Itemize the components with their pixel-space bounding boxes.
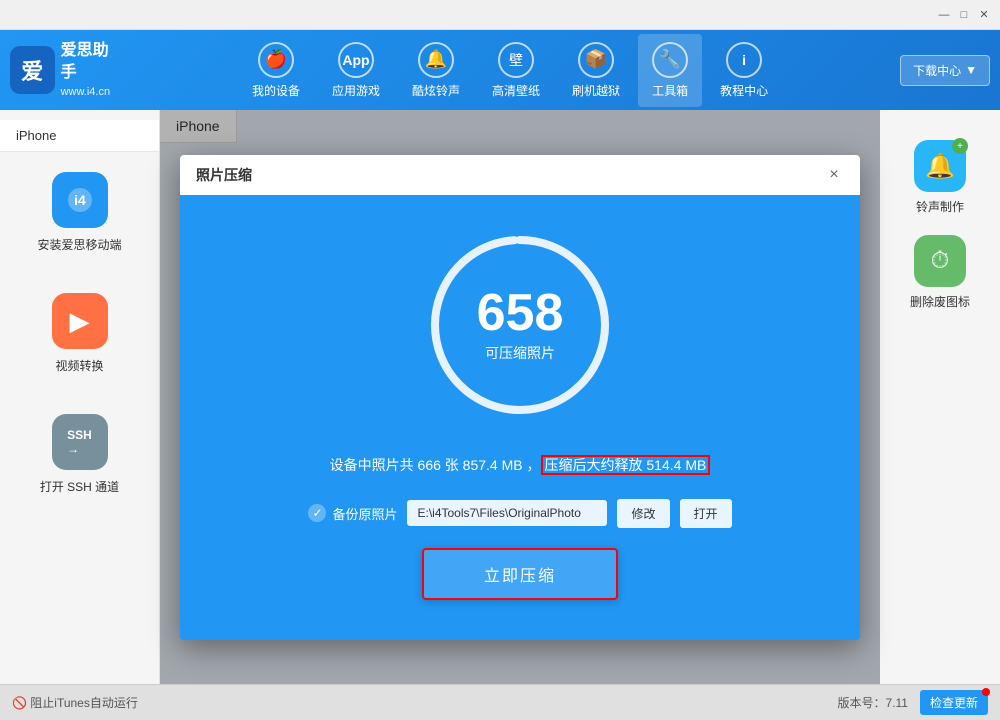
backup-form-row: ✓ 备份原照片 修改 打开 xyxy=(220,499,820,528)
nav-items: 🍎 我的设备 App 应用游戏 🔔 酷炫铃声 壁 高清壁纸 📦 刷机越狱 🔧 工… xyxy=(120,34,900,107)
nav-item-apps[interactable]: App 应用游戏 xyxy=(318,34,394,107)
modal-body: 658 可压缩照片 设备中照片共 666 张 857.4 MB ，压缩后大约释放… xyxy=(180,195,860,640)
backup-path-input[interactable] xyxy=(407,500,607,526)
nav-item-toolbox[interactable]: 🔧 工具箱 xyxy=(638,34,702,107)
svg-text:i4: i4 xyxy=(74,192,86,208)
circle-chart: 658 可压缩照片 xyxy=(420,225,620,425)
title-bar: — □ ✕ xyxy=(0,0,1000,30)
photo-compress-modal: 照片压缩 × xyxy=(180,155,860,640)
minimize-button[interactable]: — xyxy=(936,7,952,23)
nav-bar: 爱 爱思助手 www.i4.cn 🍎 我的设备 App 应用游戏 🔔 酷炫铃声 … xyxy=(0,30,1000,110)
nav-item-tutorials[interactable]: i 教程中心 xyxy=(706,34,782,107)
modal-close-button[interactable]: × xyxy=(824,165,844,185)
sidebar-item-ssh[interactable]: SSH→ 打开 SSH 通道 xyxy=(0,394,159,515)
ssh-label: 打开 SSH 通道 xyxy=(40,478,119,495)
modal-header: 照片压缩 × xyxy=(180,155,860,195)
nav-label-toolbox: 工具箱 xyxy=(652,82,688,99)
video-convert-label: 视频转换 xyxy=(55,357,103,374)
version-label: 版本号：7.11 xyxy=(838,694,908,711)
tutorials-icon: i xyxy=(726,42,762,78)
check-icon: ✓ xyxy=(308,504,326,522)
status-bar: 🚫 阻止iTunes自动运行 版本号：7.11 检查更新 xyxy=(0,684,1000,720)
check-update-button[interactable]: 检查更新 xyxy=(920,690,988,715)
jailbreak-icon: 📦 xyxy=(578,42,614,78)
status-right: 版本号：7.11 检查更新 xyxy=(838,690,988,715)
release-size-highlight: 压缩后大约释放 514.4 MB xyxy=(541,455,711,475)
nav-label-tutorials: 教程中心 xyxy=(720,82,768,99)
circle-container: 658 可压缩照片 xyxy=(220,225,820,425)
apps-icon: App xyxy=(338,42,374,78)
sidebar-item-install-app[interactable]: i4 安装爱思移动端 xyxy=(0,152,159,273)
modal-title: 照片压缩 xyxy=(196,165,252,185)
delete-junk-icon: ⏱ xyxy=(914,235,966,287)
nav-label-my-device: 我的设备 xyxy=(252,82,300,99)
circle-center: 658 可压缩照片 xyxy=(477,287,564,363)
update-notification-dot xyxy=(982,688,990,696)
close-button[interactable]: ✕ xyxy=(976,7,992,23)
install-app-label: 安装爱思移动端 xyxy=(37,236,121,253)
right-item-delete-junk[interactable]: ⏱ 删除废图标 xyxy=(910,235,970,310)
delete-junk-label: 删除废图标 xyxy=(910,293,970,310)
compress-btn-wrap: 立即压缩 xyxy=(220,548,820,610)
right-sidebar: 🔔 + 铃声制作 ⏱ 删除废图标 xyxy=(880,110,1000,684)
modify-button[interactable]: 修改 xyxy=(617,499,669,528)
install-app-icon: i4 xyxy=(52,172,108,228)
logo-icon: 爱 xyxy=(10,46,55,94)
right-item-ringtone[interactable]: 🔔 + 铃声制作 xyxy=(914,140,966,215)
sidebar-item-video-convert[interactable]: ▶ 视频转换 xyxy=(0,273,159,394)
logo: 爱 爱思助手 www.i4.cn xyxy=(10,40,120,100)
nav-label-apps: 应用游戏 xyxy=(332,82,380,99)
open-button[interactable]: 打开 xyxy=(680,499,732,528)
compressible-label: 可压缩照片 xyxy=(477,343,564,363)
logo-text: 爱思助手 www.i4.cn xyxy=(61,40,120,100)
maximize-button[interactable]: □ xyxy=(956,7,972,23)
content-area: iPhone i4 安装爱思移动端 ▶ 视频转换 SSH→ 打开 SSH 通道 … xyxy=(0,110,1000,684)
itunes-status: 🚫 阻止iTunes自动运行 xyxy=(12,694,138,711)
modal-overlay: 照片压缩 × xyxy=(160,110,880,684)
toolbox-icon: 🔧 xyxy=(652,42,688,78)
nav-item-my-device[interactable]: 🍎 我的设备 xyxy=(238,34,314,107)
sidebar: iPhone i4 安装爱思移动端 ▶ 视频转换 SSH→ 打开 SSH 通道 xyxy=(0,110,160,684)
my-device-icon: 🍎 xyxy=(258,42,294,78)
main-area: iPhone 照片压缩 × xyxy=(160,110,880,684)
ringtone-maker-icon: 🔔 + xyxy=(914,140,966,192)
nav-right: 下载中心 ▼ xyxy=(900,55,990,86)
video-convert-icon: ▶ xyxy=(52,293,108,349)
nav-label-wallpapers: 高清壁纸 xyxy=(492,82,540,99)
ringtone-maker-label: 铃声制作 xyxy=(916,198,964,215)
nav-item-ringtones[interactable]: 🔔 酷炫铃声 xyxy=(398,34,474,107)
backup-checkbox-label: ✓ 备份原照片 xyxy=(308,504,397,523)
ssh-icon: SSH→ xyxy=(52,414,108,470)
nav-label-jailbreak: 刷机越狱 xyxy=(572,82,620,99)
ringtones-icon: 🔔 xyxy=(418,42,454,78)
nav-item-jailbreak[interactable]: 📦 刷机越狱 xyxy=(558,34,634,107)
info-text: 设备中照片共 666 张 857.4 MB ，压缩后大约释放 514.4 MB xyxy=(220,455,820,475)
compress-button[interactable]: 立即压缩 xyxy=(422,548,618,600)
sidebar-tab-iphone[interactable]: iPhone xyxy=(0,120,159,152)
download-center-button[interactable]: 下载中心 ▼ xyxy=(900,55,990,86)
nav-item-wallpapers[interactable]: 壁 高清壁纸 xyxy=(478,34,554,107)
nav-label-ringtones: 酷炫铃声 xyxy=(412,82,460,99)
compressible-count: 658 xyxy=(477,287,564,339)
wallpapers-icon: 壁 xyxy=(498,42,534,78)
